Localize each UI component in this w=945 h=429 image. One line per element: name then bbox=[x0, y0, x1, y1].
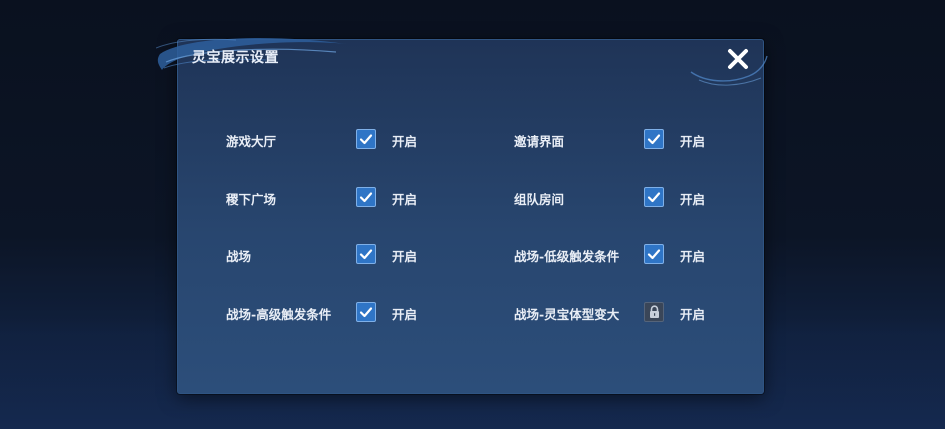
option-label: 战场 bbox=[226, 249, 252, 264]
option-battlefield-high-trigger: 战场-高级触发条件 开启 bbox=[226, 300, 426, 324]
option-game-lobby: 游戏大厅 开启 bbox=[226, 127, 426, 151]
option-invite-screen: 邀请界面 开启 bbox=[514, 127, 714, 151]
locked-checkbox[interactable] bbox=[644, 302, 664, 322]
checkmark-icon bbox=[647, 249, 661, 260]
option-checkbox[interactable] bbox=[356, 302, 376, 322]
option-label: 邀请界面 bbox=[514, 134, 565, 149]
option-checkbox[interactable] bbox=[644, 129, 664, 149]
option-battlefield: 战场 开启 bbox=[226, 242, 426, 266]
option-label: 战场-低级触发条件 bbox=[514, 249, 620, 264]
option-battlefield-low-trigger: 战场-低级触发条件 开启 bbox=[514, 242, 714, 266]
option-label: 游戏大厅 bbox=[226, 134, 277, 149]
option-jixia-square: 稷下广场 开启 bbox=[226, 185, 426, 209]
checkmark-icon bbox=[359, 249, 373, 260]
option-state: 开启 bbox=[680, 249, 706, 264]
option-state: 开启 bbox=[680, 192, 706, 207]
option-state: 开启 bbox=[392, 307, 418, 322]
option-checkbox[interactable] bbox=[644, 244, 664, 264]
option-state: 开启 bbox=[680, 134, 706, 149]
checkmark-icon bbox=[647, 192, 661, 203]
option-label: 稷下广场 bbox=[226, 192, 277, 207]
option-battlefield-enlarge: 战场-灵宝体型变大 开启 bbox=[514, 300, 714, 324]
option-state: 开启 bbox=[680, 307, 706, 322]
option-checkbox[interactable] bbox=[356, 244, 376, 264]
settings-dialog: 灵宝展示设置 游戏大厅 开启 邀请界面 开启 稷下广场 开启 组队房间 开启 战… bbox=[156, 38, 768, 394]
option-state: 开启 bbox=[392, 134, 418, 149]
lock-icon bbox=[649, 305, 659, 318]
dialog-title: 灵宝展示设置 bbox=[192, 50, 279, 66]
option-label: 战场-灵宝体型变大 bbox=[514, 307, 620, 322]
option-state: 开启 bbox=[392, 192, 418, 207]
checkmark-icon bbox=[359, 192, 373, 203]
option-label: 组队房间 bbox=[514, 192, 565, 207]
checkmark-icon bbox=[359, 307, 373, 318]
option-label: 战场-高级触发条件 bbox=[226, 307, 332, 322]
option-team-room: 组队房间 开启 bbox=[514, 185, 714, 209]
option-checkbox[interactable] bbox=[356, 129, 376, 149]
option-checkbox[interactable] bbox=[356, 187, 376, 207]
close-button[interactable] bbox=[724, 45, 752, 73]
option-checkbox[interactable] bbox=[644, 187, 664, 207]
checkmark-icon bbox=[647, 134, 661, 145]
checkmark-icon bbox=[359, 134, 373, 145]
dialog-titlebar: 灵宝展示设置 bbox=[156, 38, 768, 96]
option-state: 开启 bbox=[392, 249, 418, 264]
game-settings-screen: 灵宝展示设置 游戏大厅 开启 邀请界面 开启 稷下广场 开启 组队房间 开启 战… bbox=[0, 0, 945, 429]
close-icon bbox=[728, 49, 748, 69]
